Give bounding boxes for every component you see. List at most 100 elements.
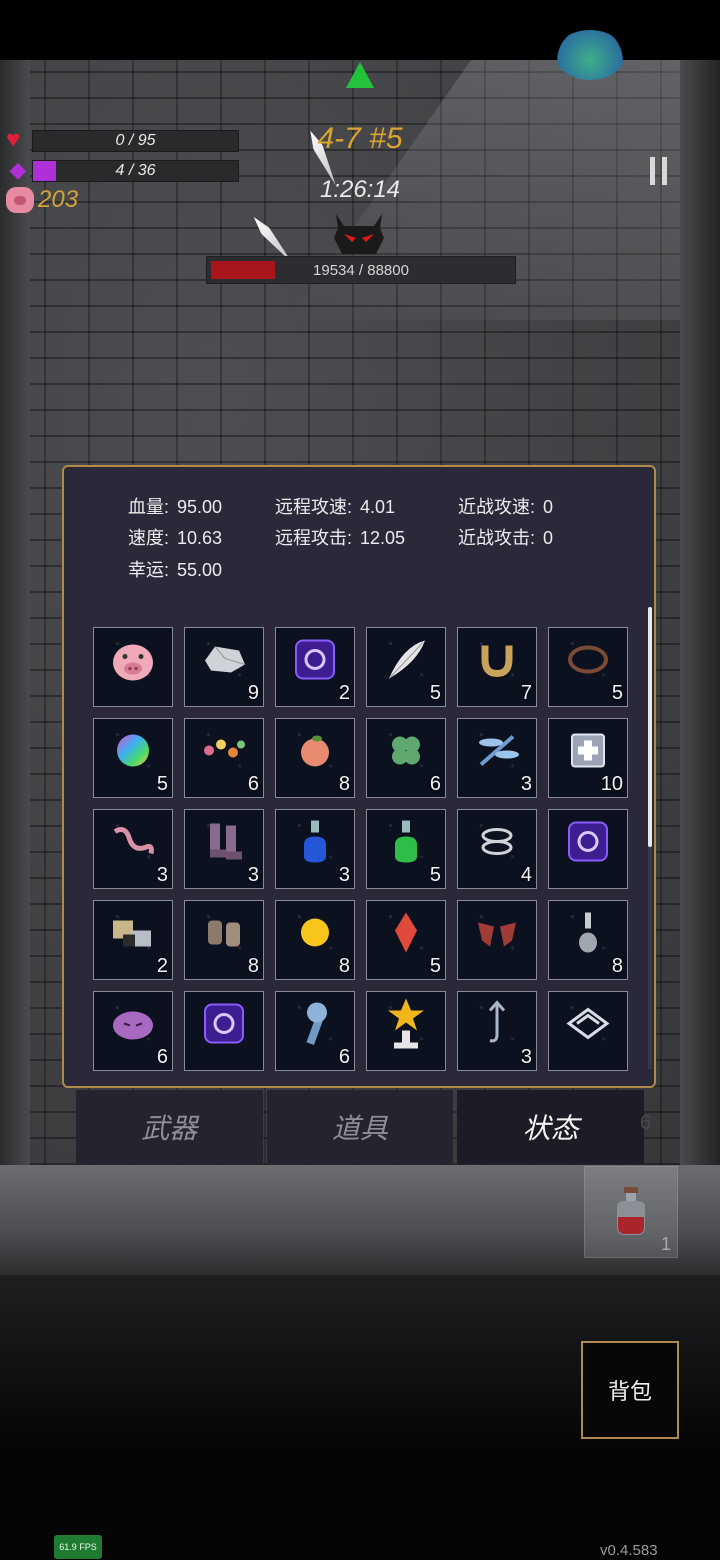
tab-status[interactable]: 状态 — [457, 1090, 645, 1164]
portal-orb — [555, 30, 625, 80]
gold-count: 203 — [38, 186, 79, 213]
stat-ranged-atk: 远程攻击: 12.05 — [275, 524, 405, 550]
item-slot[interactable]: 4 — [457, 809, 537, 889]
item-slot[interactable]: 5 — [366, 809, 446, 889]
item-slot[interactable]: 10 — [548, 718, 628, 798]
heart-icon: ♥ — [6, 126, 21, 153]
item-slot[interactable]: 2 — [93, 900, 173, 980]
rock-wall-left — [0, 60, 30, 1165]
item-slot[interactable]: 8 — [184, 900, 264, 980]
item-grid[interactable]: 9 2 5 7 5 5 6 8 6 3 10 3 3 3 5 4 2 8 8 5 8 6 6 3 — [93, 627, 633, 1079]
green-potion-icon — [389, 819, 423, 870]
item-count: 3 — [520, 773, 532, 795]
stat-luck-value: 55.00 — [177, 560, 223, 580]
red-crystal-icon — [393, 911, 419, 960]
item-count: 5 — [429, 955, 441, 977]
stat-speed-value: 10.63 — [177, 528, 223, 548]
backpack-button[interactable]: 背包 — [581, 1341, 679, 1439]
blue-potion-icon — [298, 819, 332, 870]
item-slot[interactable]: 3 — [275, 809, 355, 889]
run-timer: 1:26:14 — [319, 176, 401, 203]
stat-melee-rate: 近战攻速: 0 — [458, 493, 553, 519]
item-count: 6 — [429, 773, 441, 795]
demon-boss-icon — [334, 214, 384, 254]
item-count: 6 — [247, 773, 259, 795]
item-count: 3 — [156, 864, 168, 886]
mp-row: ◆ — [6, 157, 30, 183]
item-slot[interactable]: 7 — [457, 627, 537, 707]
item-slot[interactable] — [548, 991, 628, 1071]
tab-items[interactable]: 道具 — [266, 1090, 454, 1164]
stat-luck-label: 幸运: — [128, 560, 170, 580]
direction-arrow-icon — [346, 62, 374, 88]
star-trophy-icon — [386, 997, 426, 1056]
flower-garland-icon — [199, 733, 249, 774]
item-scrollbar-thumb[interactable] — [648, 607, 652, 847]
item-slot[interactable]: 5 — [366, 627, 446, 707]
item-count: 10 — [600, 773, 623, 795]
purple-rune-icon — [290, 635, 340, 690]
item-slot[interactable] — [184, 991, 264, 1071]
item-count: 8 — [611, 955, 623, 977]
item-slot[interactable]: 6 — [275, 991, 355, 1071]
item-slot[interactable]: 3 — [93, 809, 173, 889]
chevron-crystal-icon — [565, 1006, 611, 1047]
ore-chunks-icon — [109, 913, 157, 958]
potion-quickslot[interactable]: 1 — [584, 1166, 678, 1258]
item-count: 3 — [338, 864, 350, 886]
rock-wall-right — [680, 60, 720, 1165]
item-scrollbar[interactable] — [648, 607, 652, 1069]
tab-weapons[interactable]: 武器 — [76, 1090, 263, 1164]
item-slot[interactable] — [366, 991, 446, 1071]
item-count: 6 — [338, 1046, 350, 1068]
status-panel: 血量: 95.00 速度: 10.63 幸运: 55.00 远程攻速: 4.01 远程攻… — [62, 465, 656, 1088]
mp-bar: 4 / 36 — [32, 160, 239, 182]
item-count: 4 — [520, 864, 532, 886]
item-slot[interactable]: 3 — [184, 809, 264, 889]
item-count: 6 — [156, 1046, 168, 1068]
stat-hp-label: 血量: — [128, 497, 170, 517]
item-slot[interactable]: 9 — [184, 627, 264, 707]
pause-icon — [650, 157, 655, 185]
vial-icon — [577, 911, 599, 960]
horseshoe-icon — [477, 640, 517, 685]
medkit-icon — [568, 731, 608, 776]
pause-button[interactable] — [648, 157, 670, 185]
dragonfly-icon — [473, 731, 521, 776]
item-slot[interactable]: 2 — [275, 627, 355, 707]
item-count: 2 — [338, 682, 350, 704]
item-slot[interactable] — [93, 627, 173, 707]
item-slot[interactable]: 6 — [184, 718, 264, 798]
hp-text: 0 / 95 — [115, 132, 156, 149]
gold-sun-icon — [298, 916, 332, 955]
item-slot[interactable]: 5 — [93, 718, 173, 798]
hidden-slot-count: 6 — [640, 1112, 652, 1134]
item-count: 5 — [611, 682, 623, 704]
clover-icon — [386, 731, 426, 776]
item-count: 9 — [247, 682, 259, 704]
hp-row: ♥ — [6, 127, 30, 153]
stat-ranged-rate-label: 远程攻速: — [275, 497, 353, 517]
item-count: 3 — [247, 864, 259, 886]
item-slot[interactable]: 6 — [93, 991, 173, 1071]
red-wings-icon — [472, 915, 522, 956]
item-slot[interactable] — [457, 900, 537, 980]
item-slot[interactable]: 3 — [457, 718, 537, 798]
item-slot[interactable]: 5 — [366, 900, 446, 980]
pause-icon-bar — [662, 157, 667, 185]
item-slot[interactable]: 8 — [548, 900, 628, 980]
item-slot[interactable] — [548, 809, 628, 889]
item-slot[interactable]: 3 — [457, 991, 537, 1071]
item-slot[interactable]: 8 — [275, 900, 355, 980]
version-label: v0.4.583 — [600, 1542, 658, 1559]
level-label: 4-7 #5 — [317, 122, 403, 155]
anchor-hook-icon — [482, 1000, 512, 1052]
item-count: 3 — [520, 1046, 532, 1068]
item-slot[interactable]: 8 — [275, 718, 355, 798]
item-slot[interactable]: 5 — [548, 627, 628, 707]
item-slot[interactable]: 6 — [366, 718, 446, 798]
item-count: 5 — [429, 864, 441, 886]
stat-melee-atk-value: 0 — [543, 528, 554, 548]
blue-wrench-icon — [295, 1001, 335, 1052]
panel-tabs: 武器 道具 状态 — [76, 1090, 645, 1164]
